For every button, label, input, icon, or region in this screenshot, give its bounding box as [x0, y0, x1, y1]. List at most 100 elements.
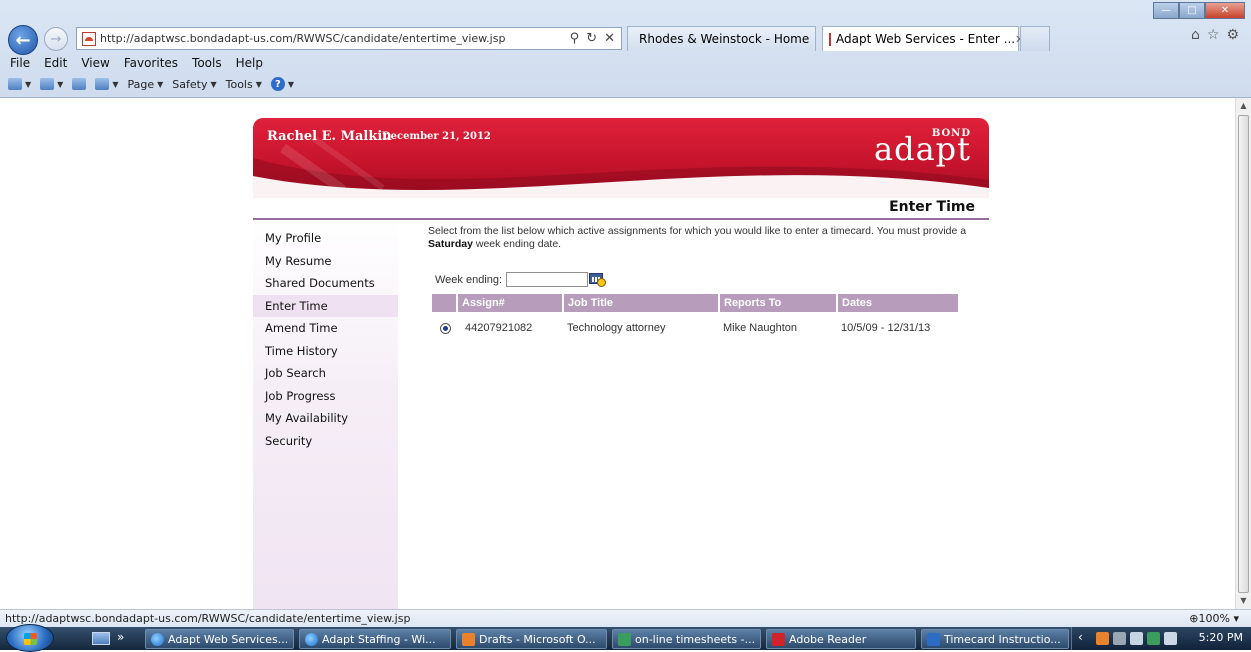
close-window-button[interactable]: ✕ — [1205, 2, 1245, 19]
menu-favorites[interactable]: Favorites — [124, 56, 178, 70]
sidebar-item-my-resume[interactable]: My Resume — [253, 250, 398, 273]
tab-rhodes-weinstock[interactable]: Rhodes & Weinstock - Home — [627, 26, 816, 51]
logo-bond-text: BOND — [931, 128, 971, 139]
zoom-level[interactable]: ⊕100% ▾ — [1189, 612, 1239, 625]
new-tab-button[interactable] — [1020, 26, 1050, 51]
page-viewport: Rachel E. Malkin December 21, 2012 BOND … — [0, 98, 1235, 609]
taskbar-item-adapt-web-services[interactable]: Adapt Web Services... — [145, 629, 294, 649]
ie-icon — [151, 632, 164, 646]
scrollbar-thumb[interactable] — [1238, 115, 1249, 593]
home-icon[interactable]: ⌂ — [1191, 27, 1200, 43]
status-url: http://adaptwsc.bondadapt-us.com/RWWSC/c… — [5, 612, 411, 625]
column-header-reports-to[interactable]: Reports To — [720, 294, 838, 312]
taskbar-item-online-timesheets[interactable]: on-line timesheets -... — [612, 629, 761, 649]
menu-edit[interactable]: Edit — [44, 56, 67, 70]
help-menu[interactable]: ? ▼ — [270, 77, 294, 91]
zoom-dropdown-icon: ▾ — [1233, 612, 1239, 625]
title-bar: Enter Time — [253, 198, 989, 220]
address-bar[interactable]: http://adaptwsc.bondadapt-us.com/RWWSC/c… — [76, 27, 622, 50]
sidebar-item-job-search[interactable]: Job Search — [253, 362, 398, 385]
menu-tools[interactable]: Tools — [192, 56, 222, 70]
tray-icons — [1096, 632, 1177, 645]
feeds-command[interactable]: ▼ — [40, 78, 63, 90]
sidebar-item-job-progress[interactable]: Job Progress — [253, 385, 398, 408]
tab-label: Adapt Web Services - Enter ... — [836, 32, 1016, 46]
week-ending-label: Week ending: — [435, 273, 503, 286]
network-icon[interactable] — [1147, 632, 1160, 645]
menu-bar: File Edit View Favorites Tools Help — [10, 56, 263, 70]
tray-app-icon[interactable] — [1113, 632, 1126, 645]
sidebar-item-shared-documents[interactable]: Shared Documents — [253, 272, 398, 295]
favorites-star-icon[interactable]: ☆ — [1207, 27, 1220, 43]
clock[interactable]: 5:20 PM — [1199, 631, 1243, 644]
taskbar-item-adapt-staffing[interactable]: Adapt Staffing - Wi... — [299, 629, 451, 649]
taskbar-item-timecard-instructions[interactable]: Timecard Instructio... — [921, 629, 1069, 649]
tools-menu[interactable]: Tools ▼ — [226, 78, 262, 91]
tray-app-icon[interactable] — [1130, 632, 1143, 645]
maximize-button[interactable]: □ — [1179, 2, 1205, 19]
scroll-down-icon[interactable]: ▼ — [1236, 593, 1251, 609]
print-icon — [95, 78, 110, 90]
menu-view[interactable]: View — [81, 56, 109, 70]
print-command[interactable]: ▼ — [95, 78, 118, 90]
help-icon: ? — [270, 77, 285, 91]
mail-command[interactable] — [72, 78, 87, 90]
navigation-row: ← → http://adaptwsc.bondadapt-us.com/RWW… — [0, 0, 1251, 55]
column-header-job-title[interactable]: Job Title — [564, 294, 720, 312]
adapt-page-icon — [829, 32, 831, 46]
refresh-icon[interactable]: ↻ — [586, 31, 597, 46]
taskbar-item-outlook-drafts[interactable]: Drafts - Microsoft O... — [456, 629, 607, 649]
search-icon[interactable]: ⚲ — [570, 31, 580, 46]
sidebar-item-time-history[interactable]: Time History — [253, 340, 398, 363]
safety-menu[interactable]: Safety ▼ — [172, 78, 216, 91]
week-ending-input[interactable] — [506, 272, 589, 287]
zoom-icon: ⊕ — [1189, 612, 1199, 625]
show-desktop-icon[interactable] — [92, 632, 110, 645]
settings-gear-icon[interactable]: ⚙ — [1226, 27, 1239, 43]
browser-chrome: ← → http://adaptwsc.bondadapt-us.com/RWW… — [0, 0, 1251, 98]
vertical-scrollbar[interactable]: ▲ ▼ — [1235, 98, 1251, 609]
mail-icon — [72, 78, 87, 90]
calendar-icon[interactable] — [589, 272, 607, 287]
column-header-dates[interactable]: Dates — [838, 294, 958, 312]
menu-help[interactable]: Help — [236, 56, 263, 70]
page-title: Enter Time — [889, 199, 975, 215]
volume-icon[interactable] — [1164, 632, 1177, 645]
sidebar-nav: My Profile My Resume Shared Documents En… — [253, 220, 398, 609]
sidebar-item-amend-time[interactable]: Amend Time — [253, 317, 398, 340]
tab-label: Rhodes & Weinstock - Home — [639, 32, 810, 46]
start-button[interactable] — [6, 624, 54, 652]
column-header-assign[interactable]: Assign# — [458, 294, 564, 312]
tray-app-icon[interactable] — [1096, 632, 1109, 645]
feeds-icon — [40, 78, 55, 90]
minimize-button[interactable]: — — [1153, 2, 1179, 19]
menu-file[interactable]: File — [10, 56, 30, 70]
back-button[interactable]: ← — [8, 25, 38, 55]
forward-button[interactable]: → — [44, 27, 68, 51]
stop-icon[interactable]: ✕ — [604, 31, 615, 46]
home-command[interactable]: ▼ — [8, 78, 31, 90]
sidebar-item-my-availability[interactable]: My Availability — [253, 407, 398, 430]
saturday-emphasis: Saturday — [428, 238, 473, 250]
tray-expand-icon[interactable]: ‹ — [1078, 630, 1083, 644]
sidebar-item-enter-time[interactable]: Enter Time — [253, 294, 398, 317]
ie-icon — [305, 632, 318, 646]
site-favicon-icon — [82, 31, 96, 46]
cell-dates: 10/5/09 - 12/31/13 — [841, 322, 931, 334]
sidebar-item-security[interactable]: Security — [253, 430, 398, 453]
week-ending-row: Week ending: — [435, 272, 607, 287]
quick-launch-chevron-icon[interactable]: » — [117, 630, 124, 644]
bond-adapt-logo: BOND adapt — [874, 128, 971, 168]
browser-tool-icons: ⌂ ☆ ⚙ — [1191, 27, 1239, 43]
row-select-cell — [432, 322, 458, 334]
taskbar-item-adobe-reader[interactable]: Adobe Reader — [766, 629, 916, 649]
assignment-radio-button[interactable] — [439, 322, 451, 334]
address-url[interactable]: http://adaptwsc.bondadapt-us.com/RWWSC/c… — [100, 32, 505, 45]
home-icon — [8, 78, 22, 90]
system-tray: ‹ 5:20 PM — [1071, 627, 1251, 650]
tab-adapt-web-services[interactable]: Adapt Web Services - Enter ... ✕ — [822, 26, 1024, 51]
instructions-text: Select from the list below which active … — [428, 225, 967, 250]
page-menu[interactable]: Page ▼ — [127, 78, 163, 91]
scroll-up-icon[interactable]: ▲ — [1236, 98, 1251, 114]
sidebar-item-my-profile[interactable]: My Profile — [253, 227, 398, 250]
